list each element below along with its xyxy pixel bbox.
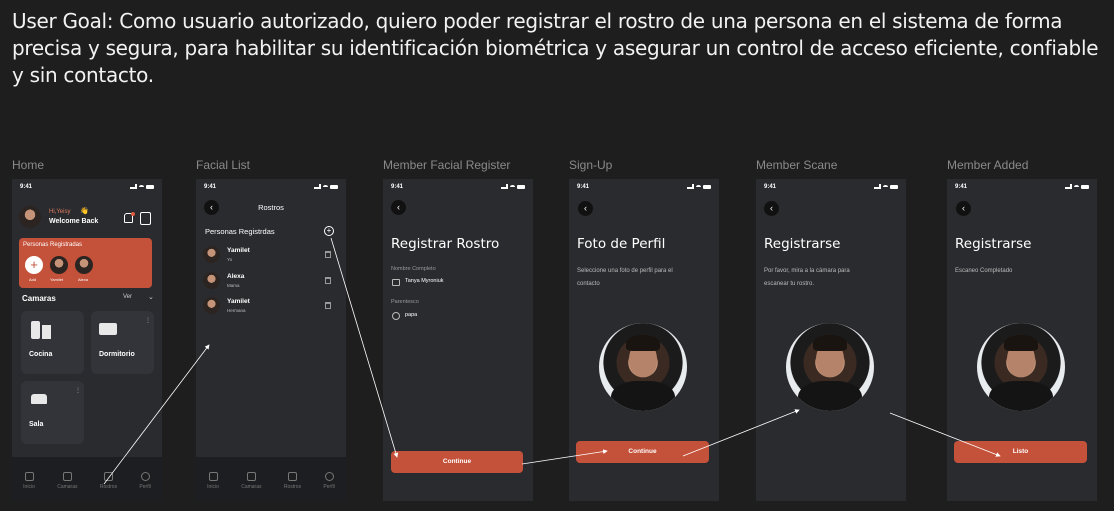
flow-arrow [521, 449, 608, 465]
flow-arrow [330, 237, 399, 458]
flow-arrow [103, 344, 210, 485]
flow-arrow [682, 409, 800, 457]
flow-arrows [103, 237, 1001, 485]
flow-arrow [889, 412, 1001, 457]
